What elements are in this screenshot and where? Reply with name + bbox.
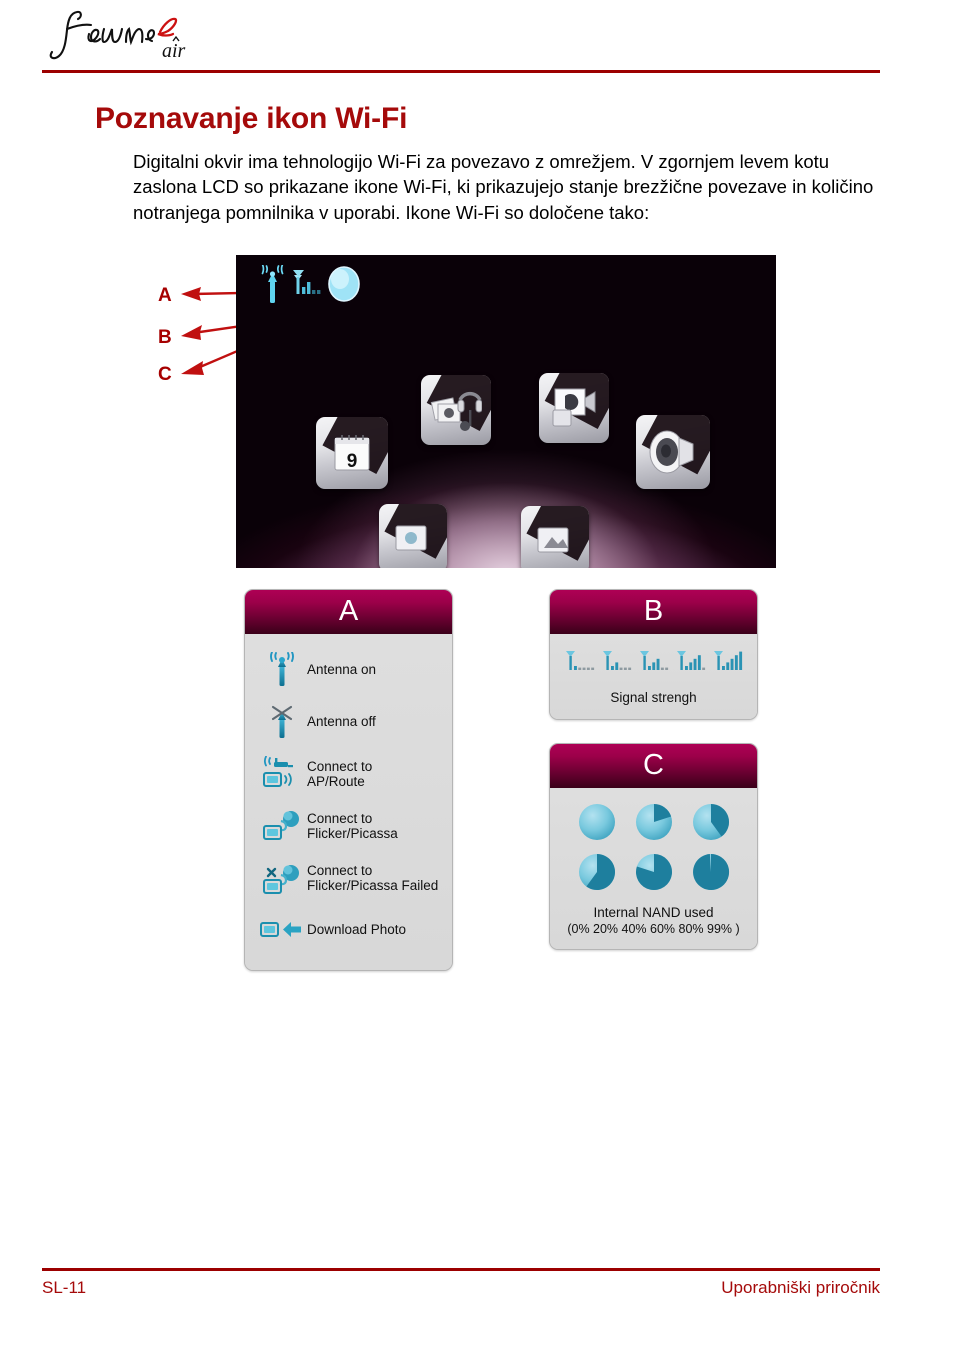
journe-air-logo: air [42,6,232,62]
page-title: Poznavanje ikon Wi-Fi [95,102,408,136]
nand-usage-pies [550,802,757,892]
signal-strength-level-1 [565,651,594,670]
nand-usage-icon [328,266,360,302]
signal-strength-icon [293,270,321,294]
legend-row: Connect to Flicker/Picassa [245,800,452,852]
legend-panel-a: A Antenna on Antenna off Connect to AP/R… [244,589,453,971]
callout-label-c: C [158,364,172,385]
panel-c-header: C [550,744,757,788]
panel-c-body: Internal NAND used (0% 20% 40% 60% 80% 9… [550,788,757,949]
legend-panel-b: B Signal strengh [549,589,758,720]
legend-row: Connect to Flicker/Picassa Failed [245,852,452,904]
intro-paragraph: Digitalni okvir ima tehnologijo Wi-Fi za… [133,150,874,223]
signal-strength-level-4 [676,651,705,670]
signal-strength-level-2 [602,651,631,670]
nand-pie-80 [635,854,672,890]
nand-usage-values: (0% 20% 40% 60% 80% 99% ) [567,922,740,936]
app-icon-5 [379,504,447,568]
lcd-app-speaker [636,415,710,489]
nand-pie-0 [578,804,615,840]
footer-page-number: SL-11 [42,1278,87,1297]
callout-label-a: A [158,285,172,306]
antenna-on-icon [261,263,284,303]
connect-flicker-picassa-failed-icon [257,860,307,896]
lcd-status-icons [252,263,402,314]
legend-panel-c: C Internal NAND used (0% 20% 40% 60% 80%… [549,743,758,950]
antenna-on-icon [257,652,307,688]
panel-c-letter: C [643,748,664,781]
signal-strength-level-3 [639,651,668,670]
legend-row: Download Photo [245,904,452,956]
legend-label: Connect to Flicker/Picassa Failed [307,862,439,894]
antenna-off-icon [257,704,307,740]
connect-flicker-picassa-icon [257,808,307,844]
svg-text:9: 9 [347,451,358,472]
nand-pie-60 [578,854,615,890]
legend-row: Antenna on [245,644,452,696]
panel-b-letter: B [643,594,664,627]
video-icon [539,373,609,443]
calendar-icon: 9 [316,417,388,489]
legend-label: Antenna on [307,662,377,678]
page-header: air [0,0,954,74]
footer-divider [42,1268,880,1271]
lcd-app-6 [521,506,589,568]
connect-ap-route-icon [257,756,307,792]
panel-b-header: B [550,590,757,634]
panel-a-letter: A [338,594,359,627]
nand-pie-99 [692,853,729,890]
nand-usage-title: Internal NAND used [593,905,714,920]
nand-pie-20 [635,804,672,840]
download-photo-icon [257,917,307,943]
signal-strength-caption: Signal strengh [610,690,697,705]
nand-usage-caption: Internal NAND used (0% 20% 40% 60% 80% 9… [550,905,757,937]
lcd-app-video [539,373,609,443]
app-icon-6 [521,506,589,568]
nand-pie-40 [692,804,729,840]
legend-row: Connect to AP/Route [245,748,452,800]
panel-a-header: A [245,590,452,634]
panel-a-body: Antenna on Antenna off Connect to AP/Rou… [245,634,452,970]
photo-music-icon [421,375,491,445]
legend-row: Antenna off [245,696,452,748]
signal-strength-levels [550,646,757,676]
speaker-icon [636,415,710,489]
lcd-app-5 [379,504,447,568]
lcd-app-calendar: 9 [316,417,388,489]
lcd-app-photo-music [421,375,491,445]
signal-strength-level-5 [713,651,742,670]
callout-label-b: B [158,327,172,348]
panel-b-body: Signal strengh [550,634,757,719]
legend-label: Download Photo [307,922,407,938]
footer-manual-title: Uporabniški priročnik [721,1278,880,1297]
legend-label: Connect to Flicker/Picassa [307,810,398,842]
legend-label: Connect to AP/Route [307,758,373,790]
legend-label: Antenna off [307,714,376,730]
lcd-home-screen-screenshot: 9 [236,255,776,568]
header-divider [42,70,880,73]
svg-text:air: air [162,40,186,62]
